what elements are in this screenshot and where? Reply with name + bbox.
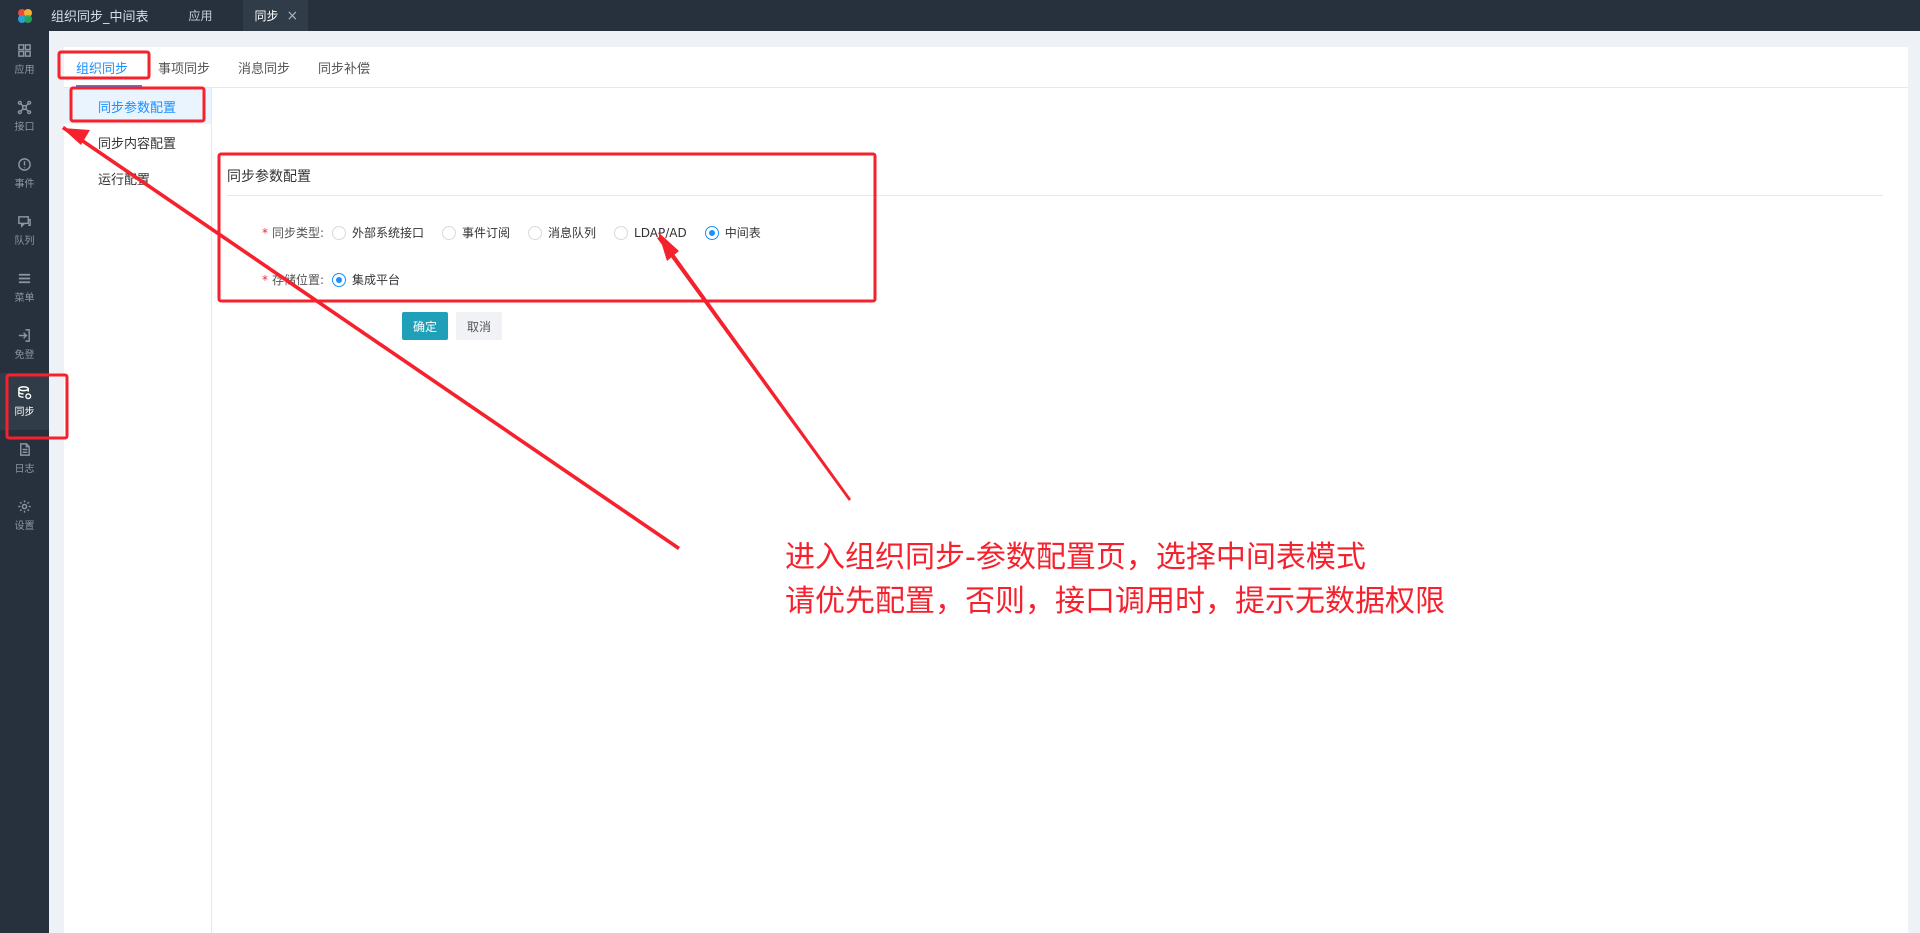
radio-label: LDAP/AD bbox=[634, 225, 687, 240]
rail-item-label: 接口 bbox=[14, 122, 35, 133]
radio-event-subscription[interactable]: 事件订阅 bbox=[442, 224, 510, 241]
form-row-sync-type: * 同步类型: 外部系统接口 事件订阅 消息队列 LDAP/AD 中间表 bbox=[212, 224, 779, 241]
tab-org-sync[interactable]: 组织同步 bbox=[76, 58, 143, 87]
radio-message-queue[interactable]: 消息队列 bbox=[528, 224, 596, 241]
rail-item-queue[interactable]: 队列 bbox=[0, 202, 49, 259]
top-tab-sync[interactable]: 同步 × bbox=[242, 0, 309, 31]
sync-tabs: 组织同步 事项同步 消息同步 同步补偿 bbox=[64, 47, 1908, 88]
subnav-item-content-config[interactable]: 同步内容配置 bbox=[64, 124, 211, 160]
rail-item-menu[interactable]: 菜单 bbox=[0, 259, 49, 316]
menu-icon bbox=[18, 273, 31, 284]
rail-item-label: 应用 bbox=[14, 65, 35, 76]
subnav-item-run-config[interactable]: 运行配置 bbox=[64, 160, 211, 196]
radio-external-api[interactable]: 外部系统接口 bbox=[332, 224, 424, 241]
subnav-item-param-config[interactable]: 同步参数配置 bbox=[64, 88, 211, 124]
gear-icon bbox=[18, 500, 31, 513]
rail-item-label: 免登 bbox=[14, 350, 35, 361]
annotation-line-1: 进入组织同步-参数配置页，选择中间表模式 bbox=[785, 540, 1366, 575]
rail-item-label: 队列 bbox=[14, 236, 35, 247]
radio-label: 集成平台 bbox=[352, 273, 401, 287]
content-area: 同步参数配置 *同步类型: 外部系统接口 事件订阅 消息队列 LDAP/AD bbox=[212, 88, 1908, 933]
top-bar: 组织同步_中间表 应用 同步 × bbox=[0, 0, 1920, 31]
radio-integration-platform[interactable]: 集成平台 bbox=[332, 271, 400, 288]
database-sync-icon bbox=[18, 386, 32, 400]
rail-item-label: 日志 bbox=[14, 464, 35, 475]
form-actions: 确定 取消 bbox=[402, 312, 503, 340]
radio-circle bbox=[332, 225, 346, 240]
cancel-button[interactable]: 取消 bbox=[456, 312, 503, 340]
radio-intermediate-table[interactable]: 中间表 bbox=[704, 224, 761, 241]
radio-circle bbox=[614, 225, 629, 240]
radio-circle bbox=[332, 272, 346, 287]
radio-label: 中间表 bbox=[724, 226, 761, 240]
rail-item-login[interactable]: 免登 bbox=[0, 316, 49, 373]
rail-item-sync[interactable]: 同步 bbox=[0, 373, 49, 430]
close-icon[interactable]: × bbox=[287, 8, 299, 24]
radio-label: 事件订阅 bbox=[462, 226, 511, 240]
alert-circle-icon bbox=[18, 158, 31, 171]
radio-ldap-ad[interactable]: LDAP/AD bbox=[614, 225, 687, 240]
main-panel: 组织同步 事项同步 消息同步 同步补偿 同步参数配置 同步内容配置 运行配置 同… bbox=[64, 47, 1908, 933]
radio-label: 外部系统接口 bbox=[352, 226, 425, 240]
ok-button[interactable]: 确定 bbox=[402, 312, 449, 340]
radio-circle bbox=[704, 225, 719, 240]
form-row-storage: * 存储位置: 集成平台 bbox=[212, 271, 418, 288]
top-tab-label: 同步 bbox=[254, 9, 279, 23]
sub-navigation: 同步参数配置 同步内容配置 运行配置 bbox=[64, 88, 212, 933]
annotation-text: 进入组织同步-参数配置页，选择中间表模式 请优先配置，否则，接口调用时，提示无数… bbox=[785, 536, 1445, 624]
tab-message-sync[interactable]: 消息同步 bbox=[238, 58, 304, 87]
document-icon bbox=[20, 443, 30, 456]
left-rail: 应用 接口 事件 队列 菜单 免登 同步 日志 设置 bbox=[0, 31, 49, 933]
rail-item-events[interactable]: 事件 bbox=[0, 145, 49, 202]
tab-item-sync[interactable]: 事项同步 bbox=[158, 58, 224, 87]
tab-sync-compensation[interactable]: 同步补偿 bbox=[318, 58, 384, 87]
radio-label: 消息队列 bbox=[548, 226, 597, 240]
radio-circle bbox=[528, 225, 543, 240]
network-icon bbox=[17, 100, 32, 115]
rail-item-settings[interactable]: 设置 bbox=[0, 487, 49, 544]
storage-label: * 存储位置: bbox=[261, 273, 324, 287]
app-title: 组织同步_中间表 bbox=[51, 10, 149, 25]
rail-item-apps[interactable]: 应用 bbox=[0, 31, 49, 88]
rail-item-label: 菜单 bbox=[14, 293, 35, 304]
top-tab-label: 应用 bbox=[188, 9, 213, 23]
section-divider bbox=[227, 195, 1883, 196]
sync-type-label: * 同步类型: bbox=[261, 226, 324, 240]
grid-icon bbox=[18, 44, 31, 57]
rail-item-label: 事件 bbox=[14, 179, 35, 190]
message-queue-icon bbox=[18, 216, 31, 228]
rail-item-label: 同步 bbox=[14, 407, 35, 418]
rail-item-interface[interactable]: 接口 bbox=[0, 88, 49, 145]
rail-item-logs[interactable]: 日志 bbox=[0, 430, 49, 487]
login-icon bbox=[18, 329, 30, 342]
section-title: 同步参数配置 bbox=[227, 169, 311, 185]
rail-item-label: 设置 bbox=[14, 521, 35, 532]
annotation-line-2: 请优先配置，否则，接口调用时，提示无数据权限 bbox=[785, 584, 1445, 619]
app-logo-icon bbox=[0, 0, 49, 31]
radio-circle bbox=[442, 225, 457, 240]
top-tab-apps[interactable]: 应用 bbox=[177, 0, 225, 31]
